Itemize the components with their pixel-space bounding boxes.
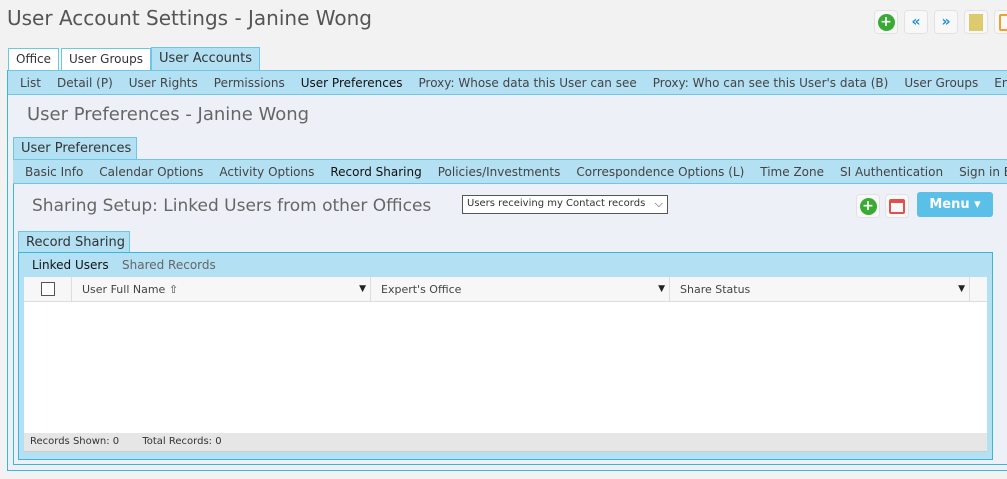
records-shown: Records Shown: 0	[30, 436, 120, 447]
filter-icon[interactable]: ▼	[658, 284, 665, 294]
nav-policies[interactable]: Policies/Investments	[438, 165, 561, 179]
column-experts-office[interactable]: Expert's Office ▼	[371, 277, 670, 302]
subtab-shared-records[interactable]: Shared Records	[122, 258, 216, 272]
preferences-nav: Basic Info Calendar Options Activity Opt…	[13, 159, 1007, 184]
menu-button[interactable]: Menu ▾	[917, 192, 993, 217]
column-user-full-name[interactable]: User Full Name ⇧ ▼	[72, 277, 371, 302]
nav-si-auth[interactable]: SI Authentication	[840, 165, 943, 179]
table-footer: Records Shown: 0 Total Records: 0	[24, 433, 987, 452]
nav-correspondence[interactable]: Correspondence Options (L)	[576, 165, 744, 179]
notes-icon	[969, 13, 983, 31]
previous-button[interactable]: «	[904, 10, 928, 34]
nav-user-preferences[interactable]: User Preferences	[301, 76, 403, 90]
select-all-checkbox[interactable]	[41, 282, 55, 296]
page-title: User Account Settings - Janine Wong	[7, 6, 372, 30]
export-button[interactable]	[994, 10, 1007, 34]
column-label: Expert's Office	[381, 283, 462, 296]
calendar-icon	[889, 198, 905, 214]
sharing-type-select[interactable]: Users receiving my Contact records ⌵	[462, 195, 668, 214]
next-icon: »	[941, 14, 951, 30]
calendar-button[interactable]	[885, 194, 909, 218]
select-value: Users receiving my Contact records	[467, 198, 646, 209]
sharing-title: Sharing Setup: Linked Users from other O…	[32, 196, 432, 216]
nav-time-zone[interactable]: Time Zone	[760, 165, 824, 179]
tab-record-sharing[interactable]: Record Sharing	[18, 231, 130, 253]
tab-office[interactable]: Office	[8, 48, 60, 71]
column-label: Share Status	[680, 283, 751, 296]
nav-sign-in-events[interactable]: Sign in Events (Y)	[959, 165, 1007, 179]
nav-record-sharing[interactable]: Record Sharing	[330, 165, 421, 179]
select-all-cell	[24, 277, 72, 302]
column-share-status[interactable]: Share Status ▼	[670, 277, 970, 302]
nav-basic-info[interactable]: Basic Info	[25, 165, 83, 179]
notes-button[interactable]	[964, 10, 988, 34]
section-title: User Preferences - Janine Wong	[27, 104, 310, 125]
nav-list[interactable]: List	[20, 76, 41, 90]
nav-user-rights[interactable]: User Rights	[129, 76, 198, 90]
tab-user-groups[interactable]: User Groups	[61, 48, 151, 71]
add-share-button[interactable]: +	[856, 194, 880, 218]
tab-user-accounts[interactable]: User Accounts	[151, 47, 260, 71]
table-header: User Full Name ⇧ ▼ Expert's Office ▼ Share…	[24, 277, 987, 302]
nav-detail[interactable]: Detail (P)	[57, 76, 113, 90]
previous-icon: «	[911, 14, 921, 30]
nav-activity-options[interactable]: Activity Options	[219, 165, 314, 179]
subtab-linked-users[interactable]: Linked Users	[32, 258, 109, 272]
chevron-down-icon: ⌵	[654, 197, 663, 210]
column-label: User Full Name ⇧	[82, 283, 179, 296]
add-icon: +	[877, 13, 895, 31]
nav-permissions[interactable]: Permissions	[214, 76, 285, 90]
next-button[interactable]: »	[934, 10, 958, 34]
linked-users-table: User Full Name ⇧ ▼ Expert's Office ▼ Share…	[24, 277, 987, 452]
nav-proxy-who[interactable]: Proxy: Who can see this User's data (B)	[653, 76, 889, 90]
add-button[interactable]: +	[874, 10, 898, 34]
nav-calendar-options[interactable]: Calendar Options	[99, 165, 203, 179]
add-icon: +	[859, 197, 877, 215]
nav-enterprise[interactable]: Enterprise O	[994, 76, 1007, 90]
nav-user-groups[interactable]: User Groups	[904, 76, 978, 90]
tab-user-preferences[interactable]: User Preferences	[13, 137, 137, 160]
nav-proxy-whose[interactable]: Proxy: Whose data this User can see	[419, 76, 637, 90]
filter-icon[interactable]: ▼	[958, 284, 965, 294]
export-icon	[999, 13, 1007, 31]
filter-icon[interactable]: ▼	[359, 284, 366, 294]
total-records: Total Records: 0	[142, 436, 222, 447]
account-nav: List Detail (P) User Rights Permissions …	[8, 70, 1007, 95]
